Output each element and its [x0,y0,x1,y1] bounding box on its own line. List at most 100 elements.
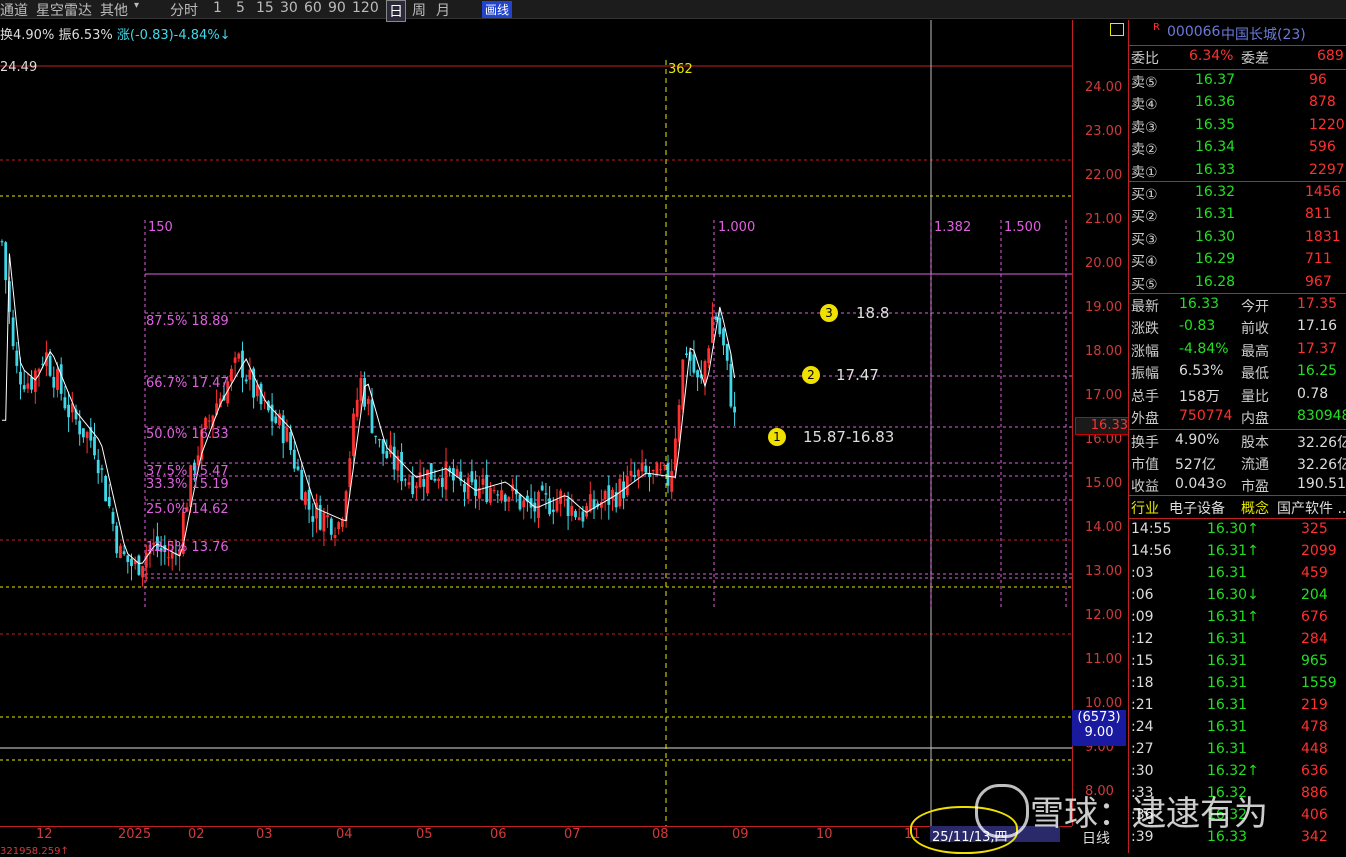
stat-label: 内盘 [1241,411,1269,427]
bid-price: 16.32 [1195,184,1236,200]
stat-row[interactable]: 总手 158万 量比 0.78 [1129,384,1346,406]
stat-label: 量比 [1241,388,1269,405]
ask-label: 卖⑤ [1131,75,1158,91]
candle [540,481,544,492]
bid-row[interactable]: 买④ 16.29 711 [1129,249,1346,271]
bid-row[interactable]: 买⑤ 16.28 967 [1129,272,1346,294]
toolbar-radar[interactable]: 星空雷达 [36,0,92,20]
tick-volume: 219 [1301,697,1328,713]
stat-label: 外盘 [1131,411,1159,427]
bid-row[interactable]: 买③ 16.30 1831 [1129,227,1346,249]
stat-value: 4.90% [1175,432,1220,448]
period-5[interactable]: 5 [236,0,245,16]
stock-name: 中国长城(23) [1221,27,1306,43]
ask-row[interactable]: 卖② 16.34 596 [1129,137,1346,159]
tick-row[interactable]: :15 16.31 965 [1129,651,1346,673]
tick-row[interactable]: 14:56 16.31↑ 2099 [1129,541,1346,563]
stat-label: 市盈 [1241,479,1269,495]
period-15[interactable]: 15 [256,0,274,16]
ask-row[interactable]: 卖④ 16.36 878 [1129,92,1346,114]
period-120[interactable]: 120 [352,0,379,16]
target-3-marker: 3 [820,304,838,322]
candle [529,484,533,519]
candlestick-chart[interactable] [0,20,1072,826]
tick-time: :30 [1131,763,1154,779]
stat-row[interactable]: 换手 4.90% 股本 32.26亿 [1129,430,1346,452]
tick-row[interactable]: :06 16.30↓ 204 [1129,585,1346,607]
cursor-volume-box: (6573) 9.00 [1072,710,1126,746]
stat-row[interactable]: 收益 0.043⊙ 市盈 190.51 [1129,474,1346,496]
stat-row[interactable]: 涨跌 -0.83 前收 17.16 [1129,316,1346,338]
tick-row[interactable]: :18 16.31 1559 [1129,673,1346,695]
period-1[interactable]: 1 [213,0,222,16]
ask-row[interactable]: 卖③ 16.35 1220 [1129,115,1346,137]
x-tick: 03 [256,827,273,842]
tick-volume: 204 [1301,587,1328,603]
toolbar-other[interactable]: 其他 [100,0,128,20]
retracement-333-label: 33.3% 15.19 [146,477,229,492]
candle [381,438,385,466]
stat-row[interactable]: 外盘 750774 内盘 830948 [1129,406,1346,428]
x-tick: 06 [490,827,507,842]
tick-price: 16.31 [1207,565,1248,581]
target-2-marker: 2 [802,366,820,384]
period-60[interactable]: 60 [304,0,322,16]
candle [411,466,415,498]
tick-row[interactable]: :12 16.31 284 [1129,629,1346,651]
ask-row[interactable]: 卖① 16.33 2297 [1129,160,1346,182]
candle [304,490,307,510]
bid-row[interactable]: 买② 16.31 811 [1129,204,1346,226]
tick-row[interactable]: :24 16.31 478 [1129,717,1346,739]
bid-price: 16.31 [1195,206,1236,223]
chevron-down-icon[interactable]: ▾ [134,0,139,11]
ask-volume: 1220 [1309,116,1345,133]
fib-1500-label: 1.500 [1004,220,1042,235]
tick-price: 16.31 [1207,631,1248,647]
draw-tool-button[interactable]: 画线 [482,1,513,18]
tick-row[interactable]: :27 16.31 448 [1129,739,1346,761]
candle [233,351,237,378]
stat-row[interactable]: 市值 527亿 流通 32.26亿 [1129,452,1346,474]
ask-row[interactable]: 卖⑤ 16.37 96 [1129,70,1346,92]
tick-row[interactable]: :09 16.31↑ 676 [1129,607,1346,629]
candle [26,373,30,394]
tick-volume: 406 [1301,807,1328,823]
candle [85,430,89,454]
tick-row[interactable]: :21 16.31 219 [1129,695,1346,717]
stat-row[interactable]: 最新 16.33 今开 17.35 [1129,294,1346,316]
period-90[interactable]: 90 [328,0,346,16]
stat-row[interactable]: 涨幅 -4.84% 最高 17.37 [1129,339,1346,361]
candle [111,507,115,532]
stat-value: 0.043⊙ [1175,476,1227,492]
tick-row[interactable]: 14:55 16.30↑ 325 [1129,519,1346,541]
toolbar-channel[interactable]: 通道 [0,0,28,20]
bid-row[interactable]: 买① 16.32 1456 [1129,182,1346,204]
candle [733,391,736,427]
snowball-logo [975,784,1029,838]
period-day[interactable]: 日 [386,0,406,22]
candle [544,483,548,509]
candle [33,368,37,404]
candle [141,565,144,587]
candle [296,458,300,472]
stat-label: 振幅 [1131,366,1159,383]
stat-row[interactable]: 振幅 6.53% 最低 16.25 [1129,361,1346,383]
tick-price: 16.31 [1207,697,1248,713]
y-tick: 19.00 [1085,300,1123,315]
period-30[interactable]: 30 [280,0,298,16]
y-tick: 22.00 [1085,168,1123,183]
retracement-500-label: 50.0% 16.33 [146,427,229,442]
period-week[interactable]: 周 [412,0,426,20]
y-tick: 24.00 [1085,80,1123,95]
ask-label: 卖③ [1131,119,1158,136]
ask-volume: 878 [1309,94,1336,111]
tick-price: 16.31↑ [1207,543,1259,559]
candle [67,391,70,433]
tick-row[interactable]: :30 16.32↑ 636 [1129,761,1346,783]
candle [4,241,8,294]
candle [614,483,618,513]
tick-row[interactable]: :03 16.31 459 [1129,563,1346,585]
period-month[interactable]: 月 [436,0,450,20]
period-minute[interactable]: 分时 [170,0,198,20]
stat-value: 16.33 [1179,296,1220,312]
